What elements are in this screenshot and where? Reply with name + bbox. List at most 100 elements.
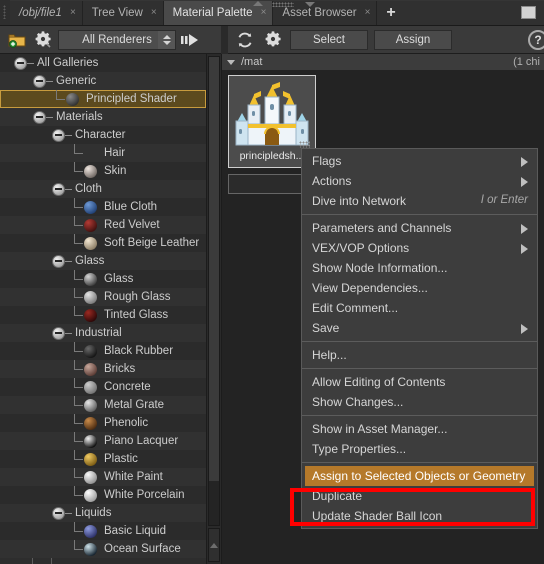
add-tab-button[interactable]: + <box>377 1 405 25</box>
refresh-icon[interactable] <box>234 29 256 51</box>
menu-item-allow-editing-of-contents[interactable]: Allow Editing of Contents <box>302 372 537 392</box>
tree-item-label: Industrial <box>75 327 122 339</box>
menu-item-show-node-information[interactable]: Show Node Information... <box>302 258 537 278</box>
gallery-scroll-down-button[interactable] <box>208 528 220 562</box>
chevron-down-icon[interactable] <box>305 2 315 7</box>
tree-item-label: White Paint <box>104 471 163 483</box>
tree-item[interactable]: Materials <box>0 108 206 126</box>
menu-item-dive-into-network[interactable]: Dive into Network I or Enter <box>302 191 537 211</box>
close-icon[interactable]: × <box>261 8 267 18</box>
menu-item-update-shader-ball-icon[interactable]: Update Shader Ball Icon <box>302 506 537 526</box>
menu-item-vex-vop-options[interactable]: VEX/VOP Options <box>302 238 537 258</box>
chevron-up-icon[interactable] <box>253 1 263 6</box>
tree-item[interactable]: Ocean Surface <box>0 540 206 558</box>
tree-item[interactable]: Generic <box>0 72 206 90</box>
menu-separator <box>302 341 537 342</box>
menu-item-assign-to-selected-objects-or-geometry[interactable]: Assign to Selected Objects or Geometry <box>305 466 534 486</box>
tree-connector <box>71 396 84 414</box>
path-dropdown-icon[interactable] <box>227 59 235 65</box>
menu-item-label: Save <box>312 321 340 335</box>
gallery-scrollbar-thumb[interactable] <box>209 57 219 481</box>
collapse-toggle-icon[interactable] <box>33 110 46 124</box>
tree-item[interactable]: Glass <box>0 270 206 288</box>
tab-bar-grip[interactable] <box>0 0 10 25</box>
tree-connector <box>71 342 84 360</box>
tree-item[interactable]: Black Rubber <box>0 342 206 360</box>
tree-connector <box>71 450 84 468</box>
gear-icon[interactable] <box>32 29 54 51</box>
menu-item-save[interactable]: Save <box>302 318 537 338</box>
renderer-select[interactable]: All Renderers <box>58 29 176 50</box>
gear-icon[interactable] <box>262 29 284 51</box>
close-icon[interactable]: × <box>365 8 371 18</box>
tree-item[interactable]: Red Velvet <box>0 216 206 234</box>
tree-item-label: Hair <box>104 147 126 159</box>
maximize-window-button[interactable] <box>521 6 536 19</box>
new-folder-icon[interactable] <box>6 29 28 51</box>
tree-connector <box>65 134 72 136</box>
select-button[interactable]: Select <box>290 29 368 50</box>
material-swatch-icon <box>84 380 97 394</box>
menu-item-view-dependencies[interactable]: View Dependencies... <box>302 278 537 298</box>
network-path-bar[interactable]: /mat (1 chi <box>222 54 544 71</box>
tree-connector <box>65 512 72 514</box>
collapse-toggle-icon[interactable] <box>52 326 65 340</box>
assign-button[interactable]: Assign <box>374 29 452 50</box>
collapse-toggle-icon[interactable] <box>14 56 27 70</box>
tree-item[interactable]: Liquids <box>0 504 206 522</box>
tree-item[interactable]: Piano Lacquer <box>0 432 206 450</box>
gallery-tree[interactable]: All Galleries Generic Principled Shader Mat… <box>0 54 206 564</box>
menu-item-actions[interactable]: Actions <box>302 171 537 191</box>
tree-item[interactable]: Skin <box>0 162 206 180</box>
menu-item-duplicate[interactable]: Duplicate <box>302 486 537 506</box>
tree-item[interactable]: Soft Beige Leather <box>0 234 206 252</box>
collapse-toggle-icon[interactable] <box>33 74 46 88</box>
tree-item[interactable]: Bricks <box>0 360 206 378</box>
tree-item[interactable]: Plastic <box>0 450 206 468</box>
tree-item[interactable]: Character <box>0 126 206 144</box>
tree-item[interactable]: Cloth <box>0 180 206 198</box>
drag-dots-icon[interactable] <box>272 2 294 7</box>
menu-tearoff-icon[interactable] <box>299 141 310 148</box>
arrow-forward-icon[interactable] <box>180 29 202 51</box>
tree-item[interactable]: White Porcelain <box>0 486 206 504</box>
menu-item-help[interactable]: Help... <box>302 345 537 365</box>
tree-item-selected[interactable]: Principled Shader <box>0 90 206 108</box>
tree-item[interactable]: White Paint <box>0 468 206 486</box>
node-context-menu[interactable]: Flags Actions Dive into Network I or Enter P… <box>299 141 538 529</box>
menu-item-flags[interactable]: Flags <box>302 151 537 171</box>
tree-item[interactable]: Hair <box>0 144 206 162</box>
tree-item[interactable]: Phenolic <box>0 414 206 432</box>
menu-item-show-in-asset-manager[interactable]: Show in Asset Manager... <box>302 419 537 439</box>
tab-obj-file1[interactable]: /obj/file1 × <box>10 1 83 25</box>
tab-tree-view[interactable]: Tree View × <box>82 1 164 25</box>
collapse-toggle-icon[interactable] <box>52 506 65 520</box>
menu-item-parameters-and-channels[interactable]: Parameters and Channels <box>302 218 537 238</box>
collapse-toggle-icon[interactable] <box>52 254 65 268</box>
menu-item-edit-comment[interactable]: Edit Comment... <box>302 298 537 318</box>
renderer-spinner[interactable] <box>158 30 175 49</box>
menu-item-type-properties[interactable]: Type Properties... <box>302 439 537 459</box>
close-icon[interactable]: × <box>70 8 76 18</box>
menu-item-label: Flags <box>312 154 342 168</box>
gallery-scrollbar[interactable] <box>208 56 220 526</box>
tab-label: Tree View <box>91 7 143 19</box>
tree-item[interactable]: Basic Liquid <box>0 522 206 540</box>
tree-connector <box>71 378 84 396</box>
tree-item[interactable]: Industrial <box>0 324 206 342</box>
tree-item[interactable]: Tinted Glass <box>0 306 206 324</box>
material-swatch-icon <box>84 398 97 412</box>
tree-item[interactable]: Blue Cloth <box>0 198 206 216</box>
menu-item-show-changes[interactable]: Show Changes... <box>302 392 537 412</box>
help-icon[interactable]: ? <box>528 30 544 50</box>
tree-item-label: Glass <box>104 273 134 285</box>
close-icon[interactable]: × <box>151 8 157 18</box>
tree-item[interactable]: All Galleries <box>0 54 206 72</box>
tree-item[interactable]: Metal Grate <box>0 396 206 414</box>
tab-label: Material Palette <box>172 7 253 19</box>
collapse-toggle-icon[interactable] <box>52 128 65 142</box>
tree-item[interactable]: Glass <box>0 252 206 270</box>
tree-item[interactable]: Concrete <box>0 378 206 396</box>
collapse-toggle-icon[interactable] <box>52 182 65 196</box>
tree-item[interactable]: Rough Glass <box>0 288 206 306</box>
